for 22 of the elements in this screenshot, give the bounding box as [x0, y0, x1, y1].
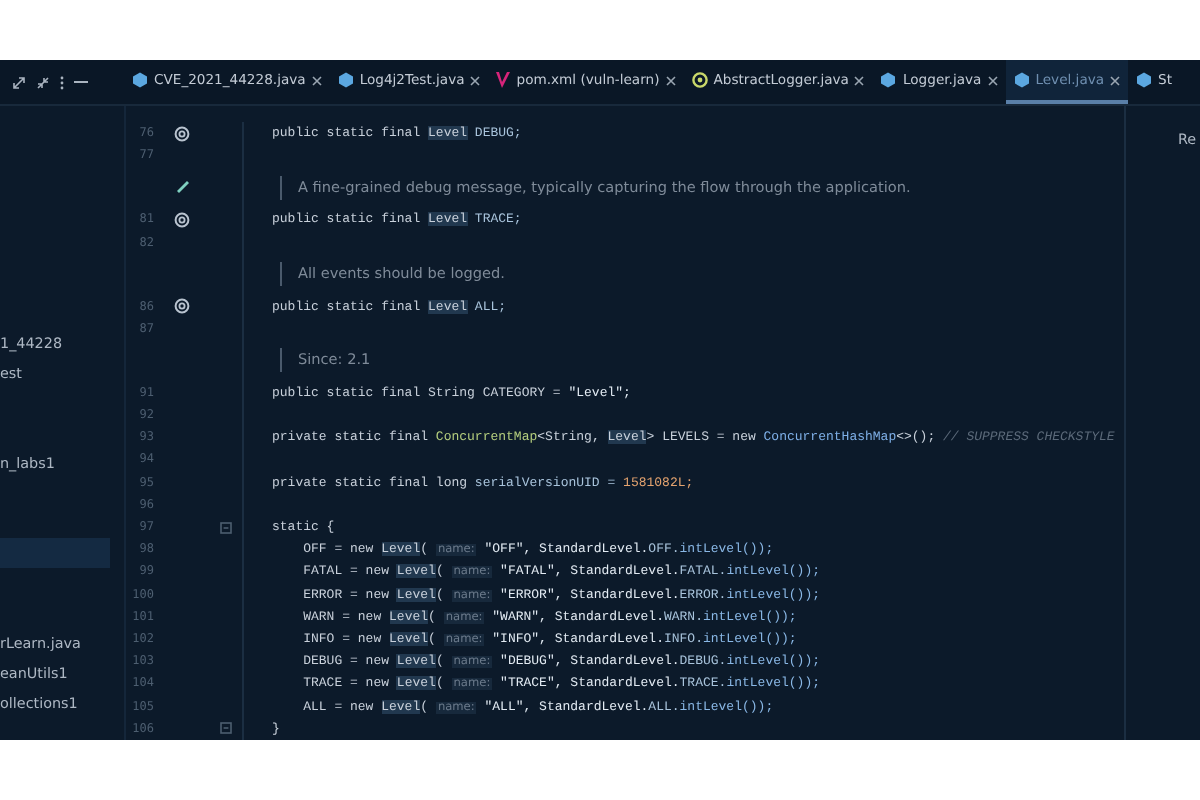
minimize-icon[interactable] — [74, 80, 88, 84]
maven-v-icon — [496, 72, 511, 88]
cube-icon — [880, 72, 897, 88]
close-icon[interactable] — [665, 75, 676, 85]
close-icon[interactable] — [854, 75, 865, 85]
collapse-icon[interactable] — [36, 75, 50, 89]
pencil-icon[interactable] — [175, 180, 189, 195]
override-icon[interactable] — [174, 211, 190, 228]
cube-icon — [132, 72, 148, 88]
cube-icon — [1013, 72, 1030, 88]
cube-icon — [337, 72, 354, 88]
class-icon — [691, 72, 708, 88]
close-icon[interactable] — [987, 75, 998, 85]
close-icon[interactable] — [470, 75, 481, 85]
fold-icon[interactable] — [220, 521, 232, 534]
override-icon[interactable] — [174, 125, 190, 142]
override-icon[interactable] — [174, 298, 190, 315]
fold-icon[interactable] — [220, 722, 232, 735]
close-icon[interactable] — [1110, 75, 1121, 85]
expand-icon[interactable] — [12, 75, 26, 89]
close-icon[interactable] — [311, 75, 322, 85]
cube-icon — [1136, 72, 1153, 88]
